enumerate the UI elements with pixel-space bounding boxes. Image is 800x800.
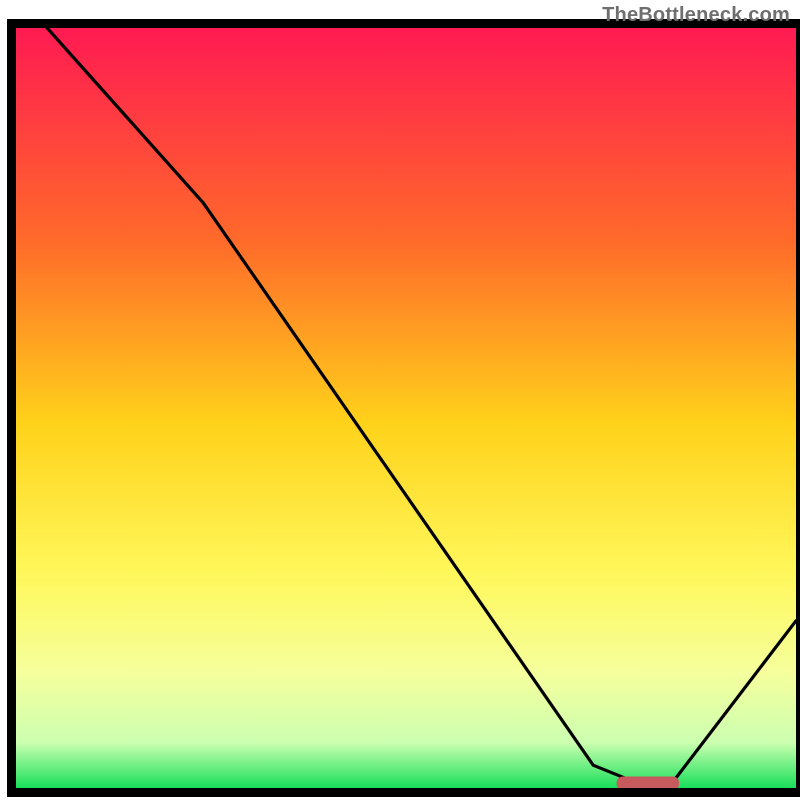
watermark-text: TheBottleneck.com — [602, 4, 790, 27]
gradient-background — [16, 28, 796, 788]
chart-container — [0, 0, 800, 800]
bottleneck-chart — [0, 0, 800, 800]
